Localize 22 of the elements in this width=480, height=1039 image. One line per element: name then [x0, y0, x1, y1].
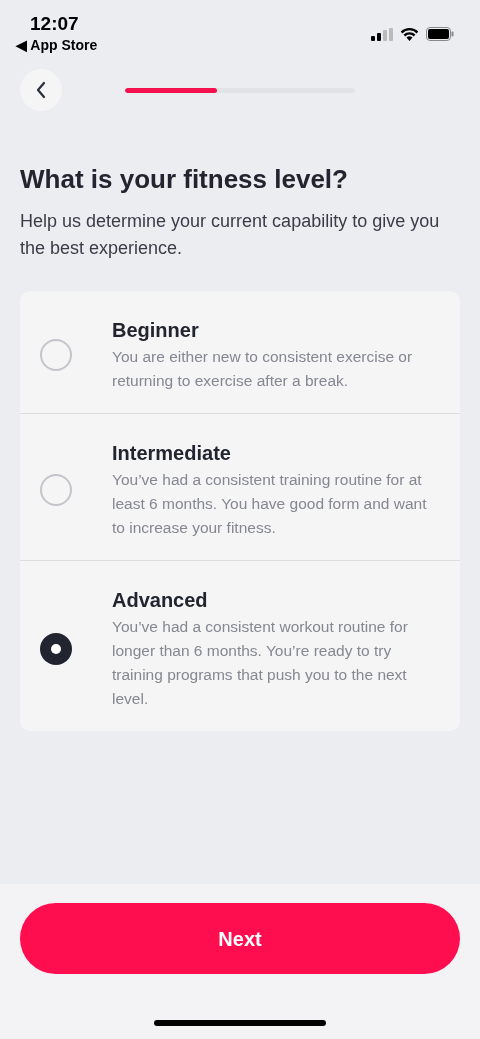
signal-icon: [371, 27, 393, 41]
option-title: Advanced: [112, 588, 209, 613]
page-subtitle: Help us determine your current capability to give you the best experience.: [19, 210, 441, 260]
chevron-left-icon: [35, 81, 47, 99]
option-description: You’ve had a consistent training routine for at least 6 months. You have good form and want to increase your fitness.: [112, 470, 428, 538]
option-row[interactable]: Intermediate You’ve had a consistent training routine for at least 6 months. You have good form and want to increase your fitness.: [20, 413, 460, 560]
option-description: You’ve had a consistent workout routine for longer than 6 months. You’re ready to try training programs that push you to the next level.: [112, 617, 409, 709]
wifi-icon: [400, 27, 419, 41]
back-button[interactable]: [20, 69, 62, 111]
option-row[interactable]: Beginner You are either new to consistent exercise or returning to exercise after a break.: [20, 291, 460, 413]
next-button[interactable]: Next: [20, 903, 460, 974]
radio-button[interactable]: [40, 474, 72, 506]
radio-button[interactable]: [40, 339, 72, 371]
battery-icon: [426, 27, 454, 41]
option-title: Beginner: [112, 318, 200, 343]
option-title: Intermediate: [112, 441, 232, 466]
back-to-app-link[interactable]: ◀ App Store: [16, 36, 98, 54]
page-title: What is your fitness level?: [19, 163, 349, 196]
radio-button[interactable]: [40, 633, 72, 665]
status-time: 12:07: [30, 12, 80, 36]
option-row[interactable]: Advanced You’ve had a consistent workout routine for longer than 6 months. You’re ready to try training programs that push you to the next level.: [20, 560, 460, 731]
option-description: You are either new to consistent exercise or returning to exercise after a break.: [112, 347, 414, 391]
